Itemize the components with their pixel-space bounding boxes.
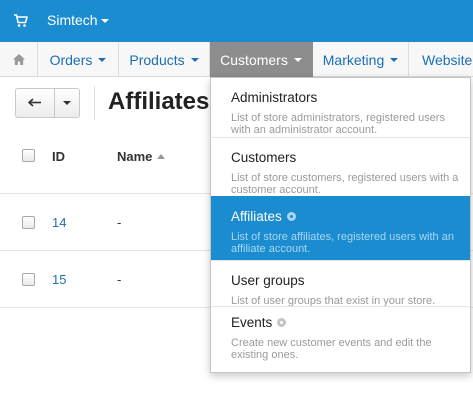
nav-products[interactable]: Products	[119, 42, 210, 77]
row-name: -	[117, 215, 122, 230]
chevron-down-icon	[98, 57, 107, 62]
nav-customers-label: Customers	[220, 51, 288, 68]
menu-item-description: List of store affiliates, registered use…	[231, 231, 454, 255]
nav-website[interactable]: Website	[409, 42, 473, 77]
menu-item-title: Customers	[231, 150, 297, 165]
back-button[interactable]	[16, 89, 55, 117]
checkbox-box[interactable]	[22, 216, 35, 229]
select-all-checkbox[interactable]	[22, 149, 35, 162]
store-name: Simtech	[47, 12, 98, 28]
menu-item-user-groups[interactable]: User groups List of user groups that exi…	[211, 260, 470, 307]
nav-home[interactable]	[0, 42, 38, 77]
column-header-id[interactable]: ID	[52, 149, 65, 164]
page-title: Affiliates	[108, 88, 210, 115]
menu-item-title-label: Affiliates	[231, 209, 282, 224]
addon-icon	[286, 212, 296, 221]
menu-item-title: Administrators	[231, 90, 318, 105]
back-history-dropdown[interactable]	[55, 89, 79, 117]
arrow-back-icon	[28, 97, 41, 107]
nav-marketing-label: Marketing	[322, 51, 385, 68]
row-id-link[interactable]: 14	[52, 215, 66, 230]
chevron-down-icon	[63, 101, 71, 105]
checkbox-box[interactable]	[22, 149, 35, 162]
row-checkbox[interactable]	[22, 216, 35, 229]
menu-item-description: List of store administrators, registered…	[231, 112, 445, 136]
column-header-name[interactable]: Name	[117, 149, 166, 164]
nav-website-label: Website	[422, 51, 473, 68]
back-button-group	[15, 88, 80, 118]
chevron-down-icon	[100, 18, 109, 23]
nav-customers[interactable]: Customers	[210, 42, 313, 77]
nav-orders-label: Orders	[49, 51, 93, 68]
menu-item-description: Create new customer events and edit the …	[231, 337, 432, 361]
chevron-down-icon	[293, 57, 302, 62]
main-nav: Orders Products Customers Marketing Webs…	[0, 42, 473, 77]
menu-item-description: List of store customers, registered user…	[231, 172, 459, 196]
nav-marketing[interactable]: Marketing	[313, 42, 409, 77]
customers-dropdown-menu: Administrators List of store administrat…	[210, 77, 471, 373]
menu-item-customers[interactable]: Customers List of store customers, regis…	[211, 137, 470, 196]
menu-item-title: User groups	[231, 273, 305, 288]
row-id-link[interactable]: 15	[52, 272, 66, 287]
menu-item-title: Events	[231, 315, 470, 330]
chevron-down-icon	[190, 57, 199, 62]
toolbar-divider	[94, 86, 95, 120]
row-checkbox[interactable]	[22, 273, 35, 286]
menu-item-title: Affiliates	[231, 209, 470, 224]
top-bar: Simtech	[0, 0, 473, 42]
menu-item-affiliates[interactable]: Affiliates List of store affiliates, reg…	[211, 196, 470, 260]
column-header-name-label: Name	[117, 149, 153, 164]
nav-products-label: Products	[129, 51, 185, 68]
menu-item-administrators[interactable]: Administrators List of store administrat…	[211, 78, 470, 137]
checkbox-box[interactable]	[22, 273, 35, 286]
chevron-down-icon	[390, 57, 399, 62]
menu-item-events[interactable]: Events Create new customer events and ed…	[211, 306, 470, 372]
home-icon	[12, 54, 25, 65]
nav-orders[interactable]: Orders	[38, 42, 119, 77]
menu-item-title-label: Events	[231, 315, 273, 330]
addon-icon	[277, 318, 287, 327]
row-name: -	[117, 272, 122, 287]
sort-ascending-icon	[157, 154, 166, 159]
shopping-cart-icon[interactable]	[13, 13, 29, 29]
store-switcher[interactable]: Simtech	[47, 12, 109, 28]
